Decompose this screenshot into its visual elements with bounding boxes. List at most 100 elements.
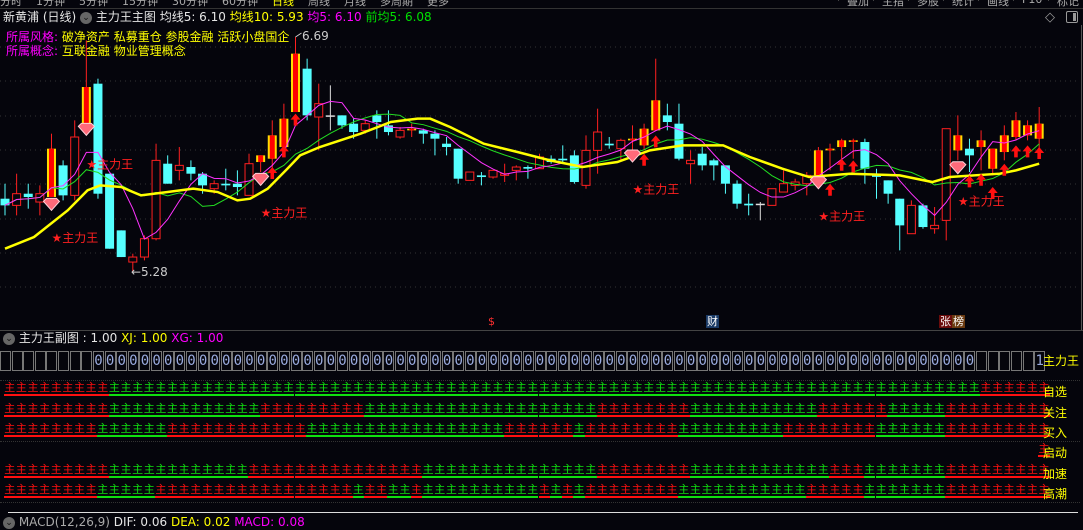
signal-glyph-green: 主 xyxy=(852,381,864,396)
signal-glyph-red: 主 xyxy=(387,463,400,478)
signal-glyph-red: 主 xyxy=(1026,381,1039,396)
candle-body-down xyxy=(697,153,707,166)
signal-box: 0 xyxy=(511,351,523,371)
signal-box xyxy=(1010,351,1022,371)
signal-glyph-green: 主 xyxy=(736,483,748,498)
signal-glyph-red: 主 xyxy=(829,422,841,437)
signal-box: 0 xyxy=(871,351,883,371)
signal-glyph-green: 主 xyxy=(340,381,353,396)
signal-glyph-red: 主 xyxy=(248,463,260,478)
signal-box: 0 xyxy=(790,351,802,371)
signal-glyph-green: 主 xyxy=(480,402,492,417)
candle-body-down xyxy=(116,230,126,258)
finance-marker[interactable]: 财 xyxy=(706,315,719,328)
signal-glyph-red: 主 xyxy=(85,463,97,478)
dollar-marker[interactable]: $ xyxy=(487,315,496,328)
signal-glyph-red: 主 xyxy=(1014,422,1027,437)
signal-glyph-green: 主 xyxy=(770,381,783,396)
signal-glyph-green: 主 xyxy=(131,483,144,498)
signal-glyph-green: 主 xyxy=(573,483,585,498)
signal-glyph-red: 主 xyxy=(189,483,202,498)
signal-box: 0 xyxy=(395,351,407,371)
signal-glyph-green: 主 xyxy=(201,463,214,478)
signal-box: 0 xyxy=(336,351,348,371)
signal-glyph-green: 主 xyxy=(887,402,899,417)
signal-glyph-green: 主 xyxy=(782,402,795,417)
signal-box: 0 xyxy=(766,351,778,371)
board-marker[interactable]: 榜 xyxy=(952,315,965,328)
signal-glyph-green: 主 xyxy=(155,402,167,417)
candle-body-down xyxy=(442,143,452,148)
signal-box: 0 xyxy=(534,351,546,371)
signal-glyph-green: 主 xyxy=(701,422,713,437)
candle-body-down xyxy=(604,143,614,146)
signal-glyph-red: 主 xyxy=(654,402,667,417)
signal-glyph-red: 主 xyxy=(213,422,225,437)
signal-glyph-green: 主 xyxy=(131,422,144,437)
row-label: 买入 xyxy=(1043,426,1068,440)
signal-glyph-green: 主 xyxy=(515,381,527,396)
limit-up-marker[interactable]: 张 xyxy=(939,315,952,328)
candle-body-down xyxy=(23,193,33,198)
signal-glyph-green: 主 xyxy=(166,463,179,478)
signal-glyph-red: 主 xyxy=(875,402,888,417)
macd-title[interactable]: MACD(12,26,9) xyxy=(19,515,110,529)
signal-glyph-green: 主 xyxy=(794,483,806,498)
signal-glyph-red: 主 xyxy=(96,381,109,396)
row-label: 关注 xyxy=(1043,406,1068,420)
signal-glyph-green: 主 xyxy=(515,483,527,498)
signal-glyph-green: 主 xyxy=(503,381,516,396)
signal-glyph-green: 主 xyxy=(747,483,760,498)
signal-glyph-red: 主 xyxy=(817,422,829,437)
signal-glyph-green: 主 xyxy=(526,381,539,396)
signal-glyph-red: 主 xyxy=(1014,463,1027,478)
signal-box: 0 xyxy=(836,351,848,371)
signal-box: 0 xyxy=(964,351,976,371)
signal-glyph-green: 主 xyxy=(108,402,121,417)
signal-glyph-red: 主 xyxy=(829,463,841,478)
signal-glyph-red: 主 xyxy=(15,422,28,437)
signal-glyph-green: 主 xyxy=(108,463,121,478)
signal-glyph-red: 主 xyxy=(62,402,74,417)
signal-glyph-green: 主 xyxy=(399,381,411,396)
signal-glyph-green: 主 xyxy=(271,381,283,396)
signal-glyph-red: 主 xyxy=(1003,402,1015,417)
signal-glyph-green: 主 xyxy=(863,483,876,498)
signal-glyph-green: 主 xyxy=(770,422,783,437)
sub-title[interactable]: 主力王副图 xyxy=(19,331,79,345)
signal-glyph-red: 主 xyxy=(945,422,957,437)
signal-glyph-green: 主 xyxy=(224,463,237,478)
signal-glyph-red: 主 xyxy=(608,463,620,478)
signal-glyph-red: 主 xyxy=(410,463,423,478)
signal-box xyxy=(46,351,58,371)
signal-glyph-red: 主 xyxy=(654,422,667,437)
signal-glyph-green: 主 xyxy=(375,422,388,437)
signal-glyph-green: 主 xyxy=(921,422,934,437)
signal-glyph-green: 主 xyxy=(399,402,411,417)
signal-glyph-red: 主 xyxy=(340,402,353,417)
signal-glyph-red: 主 xyxy=(991,402,1004,417)
signal-glyph-red: 主 xyxy=(271,463,283,478)
signal-glyph-red: 主 xyxy=(352,402,365,417)
signal-glyph-red: 主 xyxy=(317,402,330,417)
signal-glyph-green: 主 xyxy=(189,381,202,396)
candle-body-up xyxy=(70,136,80,196)
signal-box: 0 xyxy=(116,351,128,371)
signal-glyph-green: 主 xyxy=(503,483,516,498)
signal-glyph-green: 主 xyxy=(317,422,330,437)
up-arrow-icon xyxy=(1022,145,1033,158)
diamond-icon xyxy=(809,176,828,190)
signal-glyph-red: 主 xyxy=(352,463,365,478)
signal-glyph-green: 主 xyxy=(538,402,551,417)
signal-glyph-green: 主 xyxy=(178,381,190,396)
signal-glyph-green: 主 xyxy=(422,422,434,437)
signal-box: 0 xyxy=(685,351,697,371)
signal-glyph-red: 主 xyxy=(1003,463,1015,478)
up-arrow-icon xyxy=(825,183,836,196)
signal-glyph-green: 主 xyxy=(712,422,725,437)
signal-box xyxy=(11,351,23,371)
grid-line xyxy=(0,502,1080,503)
candlestick-chart[interactable]: ★主力王 ★主力王 ★主力王 ★主力王 ★主力王 ★主力王 xyxy=(0,0,1083,332)
collapse-icon[interactable]: ⌄ xyxy=(3,332,15,345)
signal-box: 0 xyxy=(406,351,418,371)
